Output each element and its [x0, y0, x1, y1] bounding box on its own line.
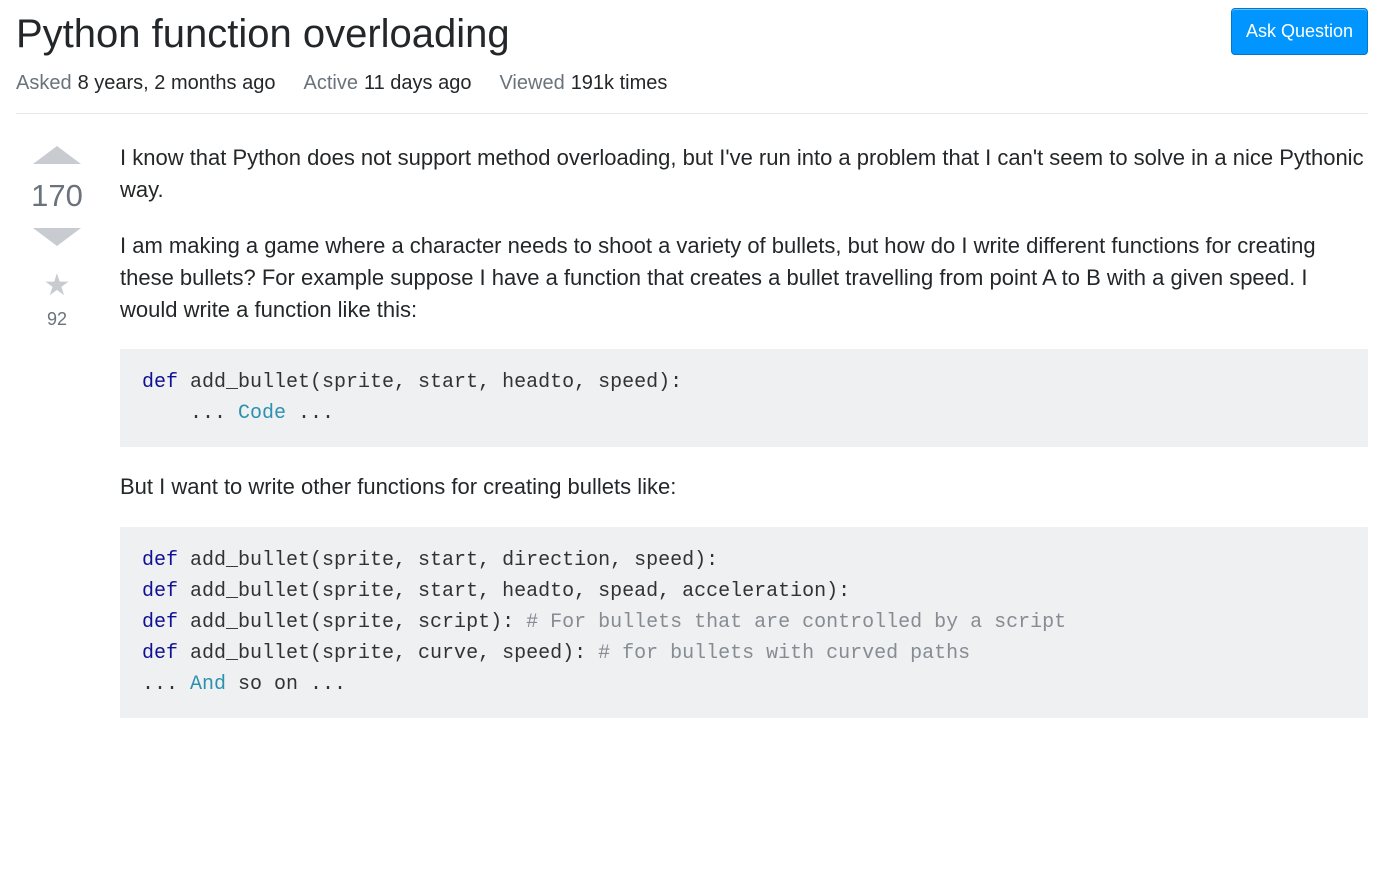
paragraph: I know that Python does not support meth… — [120, 142, 1368, 206]
meta-active: Active 11 days ago — [303, 72, 471, 95]
code-block: def add_bullet(sprite, start, direction,… — [120, 527, 1368, 718]
code-text: ... — [286, 402, 334, 425]
vote-score: 170 — [31, 178, 83, 214]
meta-viewed: Viewed 191k times — [499, 72, 667, 95]
code-text: add_bullet(sprite, start, direction, spe… — [178, 549, 718, 572]
meta-asked-value: 8 years, 2 months ago — [78, 72, 276, 94]
code-comment: # For bullets that are controlled by a s… — [526, 611, 1066, 634]
meta-active-label: Active — [303, 72, 357, 94]
code-text: add_bullet(sprite, script): — [178, 611, 526, 634]
code-text: ... — [142, 402, 238, 425]
question-title: Python function overloading — [16, 8, 510, 60]
favorite-star-icon[interactable]: ★ — [44, 268, 71, 303]
code-keyword: def — [142, 580, 178, 603]
favorite-count: 92 — [47, 309, 67, 330]
code-keyword: def — [142, 371, 178, 394]
meta-active-value: 11 days ago — [364, 72, 472, 94]
code-class: Code — [238, 402, 286, 425]
code-text: add_bullet(sprite, curve, speed): — [178, 642, 598, 665]
question-meta-bar: Asked 8 years, 2 months ago Active 11 days… — [16, 60, 1368, 114]
meta-viewed-label: Viewed — [499, 72, 564, 94]
downvote-button[interactable] — [33, 228, 81, 246]
code-class: And — [190, 673, 226, 696]
vote-cell: 170 ★ 92 — [16, 142, 98, 742]
meta-asked: Asked 8 years, 2 months ago — [16, 72, 275, 95]
meta-asked-label: Asked — [16, 72, 72, 94]
code-keyword: def — [142, 642, 178, 665]
paragraph: I am making a game where a character nee… — [120, 230, 1368, 326]
code-text: so on ... — [226, 673, 346, 696]
code-text: add_bullet(sprite, start, headto, spead,… — [178, 580, 850, 603]
code-keyword: def — [142, 611, 178, 634]
code-text: add_bullet(sprite, start, headto, speed)… — [178, 371, 682, 394]
paragraph: But I want to write other functions for … — [120, 471, 1368, 503]
code-comment: # for bullets with curved paths — [598, 642, 970, 665]
code-block: def add_bullet(sprite, start, headto, sp… — [120, 349, 1368, 447]
post-body: I know that Python does not support meth… — [98, 142, 1368, 742]
code-keyword: def — [142, 549, 178, 572]
code-text: ... — [142, 673, 190, 696]
meta-viewed-value: 191k times — [571, 72, 668, 94]
ask-question-button[interactable]: Ask Question — [1231, 8, 1368, 55]
upvote-button[interactable] — [33, 146, 81, 164]
